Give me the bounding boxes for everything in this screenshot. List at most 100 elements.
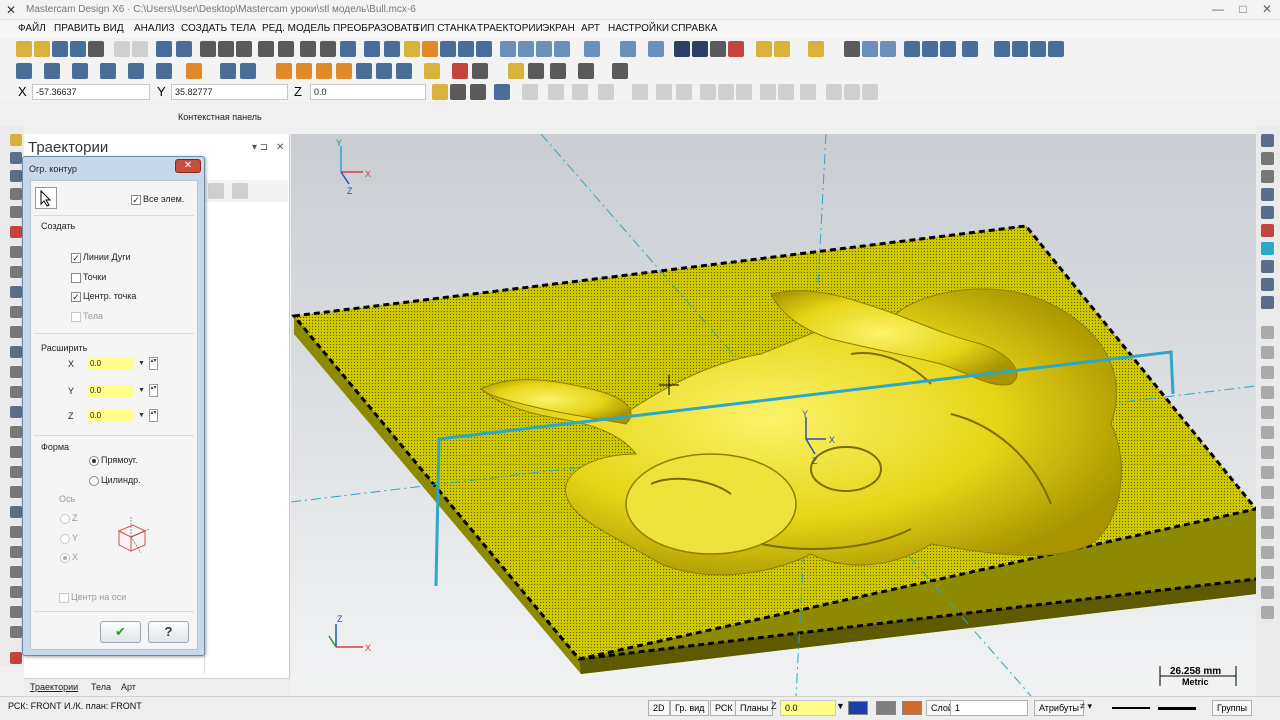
right-tool-5-icon[interactable] xyxy=(1261,206,1274,219)
ok-icon[interactable] xyxy=(862,84,878,100)
status-planes-button[interactable]: Планы xyxy=(735,700,774,716)
new-file-icon[interactable] xyxy=(16,41,32,57)
right-tool-23-icon[interactable] xyxy=(1261,566,1274,579)
tab-art[interactable]: Арт xyxy=(121,682,136,692)
trim-icon[interactable] xyxy=(220,63,236,79)
dimension-icon[interactable] xyxy=(424,63,440,79)
right-tool-22-icon[interactable] xyxy=(1261,546,1274,559)
status-2d-button[interactable]: 2D xyxy=(648,700,670,716)
sel-icon-1[interactable] xyxy=(522,84,538,100)
menu-settings[interactable]: НАСТРОЙКИ xyxy=(608,23,669,34)
extend-x-input[interactable]: 0.0 xyxy=(88,358,134,370)
view-iso-icon[interactable] xyxy=(554,41,570,57)
rectangular-radio[interactable] xyxy=(89,456,99,466)
maximize-button[interactable]: □ xyxy=(1230,0,1256,20)
sel-icon-7[interactable] xyxy=(700,84,716,100)
repaint-icon[interactable] xyxy=(176,41,192,57)
vertical-dim-icon[interactable] xyxy=(578,63,594,79)
cursor-icon[interactable] xyxy=(656,84,672,100)
sel-icon-2[interactable] xyxy=(548,84,564,100)
extend-y-input[interactable]: 0.0 xyxy=(88,385,134,397)
right-tool-15-icon[interactable] xyxy=(1261,406,1274,419)
right-tool-3-icon[interactable] xyxy=(1261,170,1274,183)
sel-icon-5[interactable] xyxy=(632,84,648,100)
left-tool-12-icon[interactable] xyxy=(10,346,22,358)
shaded-icon[interactable] xyxy=(648,41,664,57)
status-groups-button[interactable]: Группы xyxy=(1212,700,1252,716)
left-tool-15-icon[interactable] xyxy=(10,406,22,418)
status-layer-input[interactable]: 1 xyxy=(950,700,1028,716)
menu-view[interactable]: ВИД xyxy=(103,23,124,34)
status-gview-button[interactable]: Гр. вид xyxy=(670,700,710,716)
hide-icon[interactable] xyxy=(1012,41,1028,57)
clear-icon[interactable] xyxy=(940,41,956,57)
left-tool-14-icon[interactable] xyxy=(10,386,22,398)
axis-z-radio[interactable] xyxy=(60,514,70,524)
menu-help[interactable]: СПРАВКА xyxy=(671,23,717,34)
x-coord-field[interactable]: -57.36637 xyxy=(32,84,150,100)
dynamic-rotate-icon[interactable] xyxy=(320,41,336,57)
left-tool-4-icon[interactable] xyxy=(10,188,22,200)
spline-icon[interactable] xyxy=(156,63,172,79)
select-entities-button[interactable] xyxy=(35,187,57,209)
panel-pin-button[interactable]: ▾ ⊐ xyxy=(252,142,268,153)
right-tool-11-icon[interactable] xyxy=(1261,326,1274,339)
view-icon[interactable] xyxy=(340,41,356,57)
menu-analyze[interactable]: АНАЛИЗ xyxy=(134,23,175,34)
help-button[interactable]: ? xyxy=(148,621,189,643)
zoom-window-icon[interactable] xyxy=(200,41,216,57)
left-tool-27-icon[interactable] xyxy=(10,652,22,664)
line-width-icon[interactable] xyxy=(1158,707,1196,710)
zoom-out-icon[interactable] xyxy=(278,41,294,57)
left-tool-6-icon[interactable] xyxy=(10,226,22,238)
save-as-icon[interactable] xyxy=(70,41,86,57)
status-z-dropdown[interactable]: ▼ xyxy=(836,701,845,711)
panel-tool-2-icon[interactable] xyxy=(232,183,248,199)
measure-icon[interactable] xyxy=(862,41,878,57)
points-checkbox[interactable] xyxy=(71,273,81,283)
right-tool-1-icon[interactable] xyxy=(1261,134,1274,147)
wcs-icon[interactable] xyxy=(364,41,380,57)
left-tool-23-icon[interactable] xyxy=(10,566,22,578)
wireframe-icon[interactable] xyxy=(620,41,636,57)
right-tool-16-icon[interactable] xyxy=(1261,426,1274,439)
left-tool-26-icon[interactable] xyxy=(10,626,22,638)
left-tool-25-icon[interactable] xyxy=(10,606,22,618)
view-side-icon[interactable] xyxy=(536,41,552,57)
line-style-icon[interactable]: ≠ ▾ xyxy=(1080,701,1092,712)
left-tool-3-icon[interactable] xyxy=(10,170,22,182)
menu-create[interactable]: СОЗДАТЬ xyxy=(181,23,227,34)
right-tool-9-icon[interactable] xyxy=(1261,278,1274,291)
dialog-close-button[interactable]: ✕ xyxy=(175,159,201,173)
right-tool-24-icon[interactable] xyxy=(1261,586,1274,599)
config-icon[interactable] xyxy=(470,84,486,100)
right-tool-10-icon[interactable] xyxy=(1261,296,1274,309)
rotate-xform-icon[interactable] xyxy=(316,63,332,79)
menu-transform[interactable]: ПРЕОБРАЗОВАТЬ xyxy=(333,23,419,34)
light-icon[interactable] xyxy=(404,41,420,57)
circle-icon[interactable] xyxy=(72,63,88,79)
sel-icon-9[interactable] xyxy=(736,84,752,100)
zoom-in-icon[interactable] xyxy=(236,41,252,57)
panel-tree[interactable] xyxy=(204,204,288,674)
right-tool-25-icon[interactable] xyxy=(1261,606,1274,619)
extend-y-spinner[interactable]: ▴▾ xyxy=(149,384,158,397)
axis-lock-icon[interactable] xyxy=(450,84,466,100)
extend-x-dropdown[interactable]: ▼ xyxy=(138,358,146,370)
left-tool-19-icon[interactable] xyxy=(10,486,22,498)
right-tool-21-icon[interactable] xyxy=(1261,526,1274,539)
center-on-axis-checkbox[interactable] xyxy=(59,593,69,603)
undo-icon[interactable] xyxy=(114,41,130,57)
left-tool-1-icon[interactable] xyxy=(10,134,22,146)
left-tool-10-icon[interactable] xyxy=(10,306,22,318)
y-coord-field[interactable]: 35.82777 xyxy=(171,84,288,100)
note-icon[interactable] xyxy=(472,63,488,79)
tab-solids[interactable]: Тела xyxy=(91,682,111,692)
letters-icon[interactable] xyxy=(186,63,202,79)
translucent-icon[interactable] xyxy=(710,41,726,57)
select-all-icon[interactable] xyxy=(904,41,920,57)
menu-screen[interactable]: ЭКРАН xyxy=(542,23,575,34)
graphics-viewport[interactable]: Y X Z Y X Z Z X xyxy=(291,134,1256,696)
project-icon[interactable] xyxy=(376,63,392,79)
layer-icon[interactable] xyxy=(962,41,978,57)
